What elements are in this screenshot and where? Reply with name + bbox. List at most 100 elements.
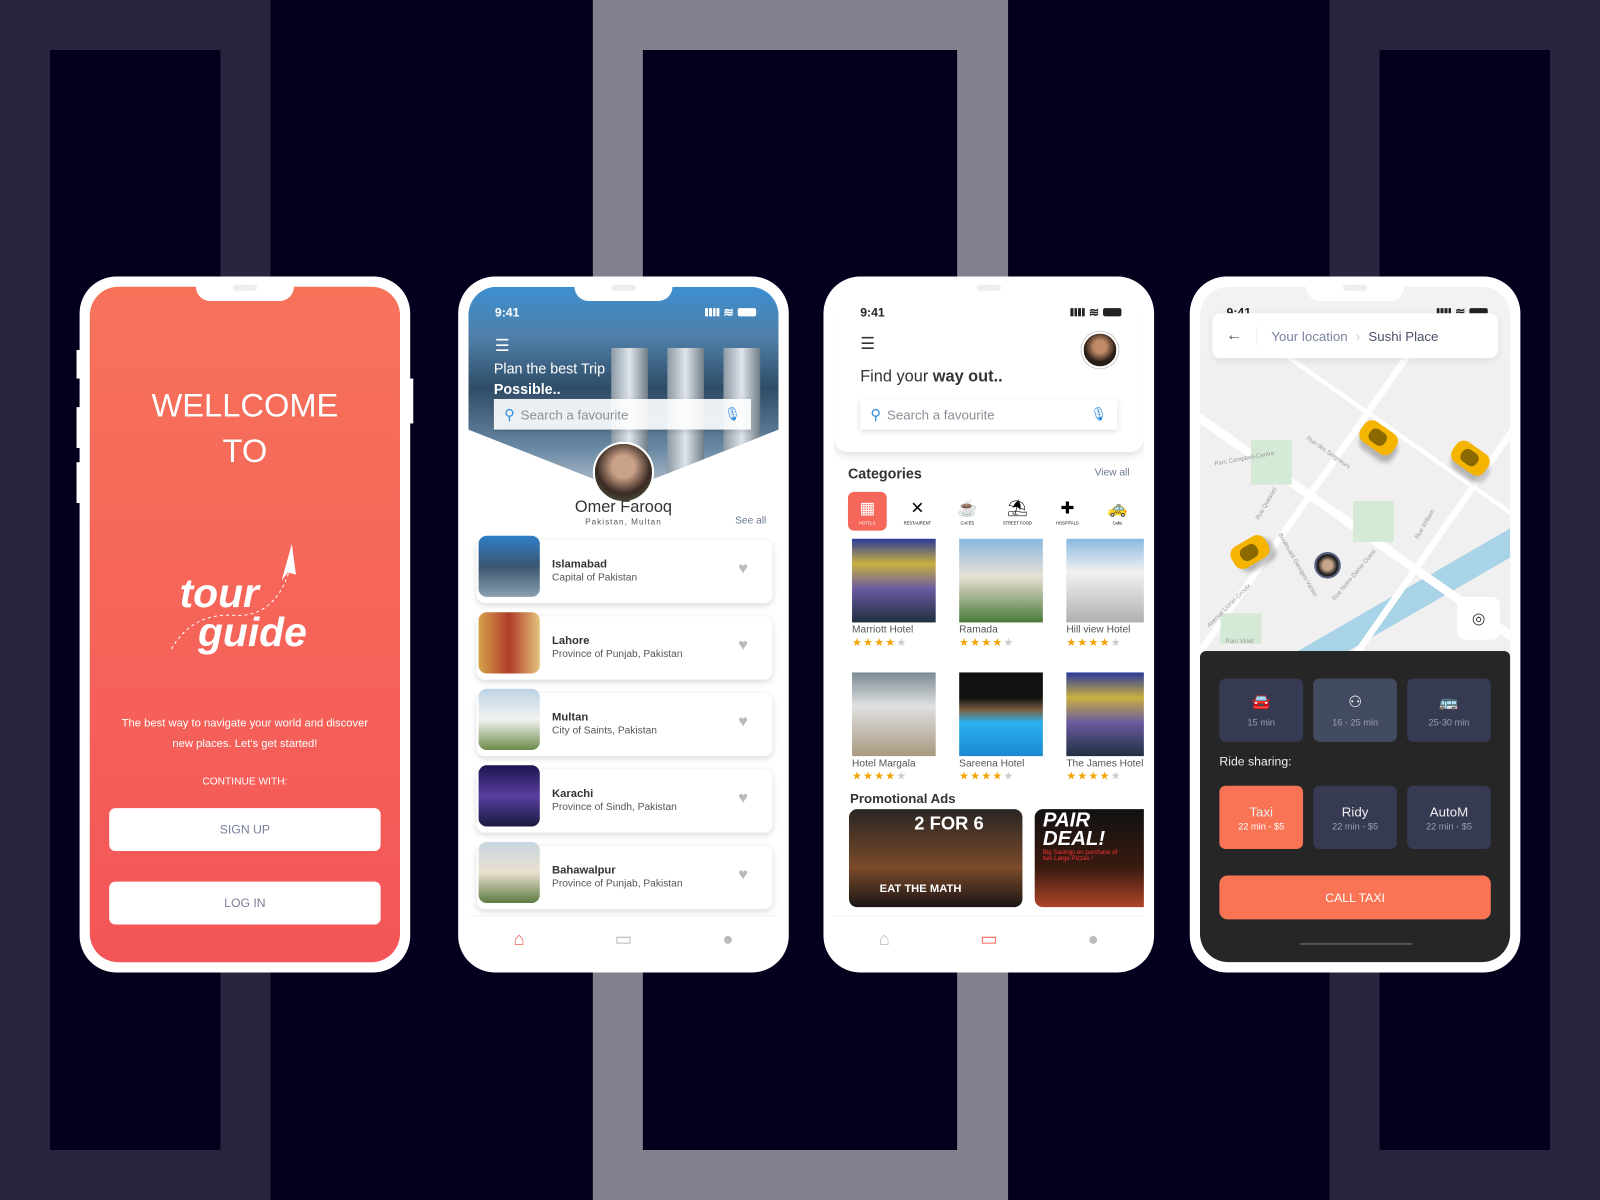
wifi-icon: ≋	[1088, 305, 1099, 320]
bottom-nav: ⌂ ▭ ●	[468, 915, 779, 963]
taxi-icon: 🚕	[1107, 499, 1128, 517]
place-card[interactable]: Bahawalpur Province of Punjab, Pakistan ♥	[476, 841, 773, 910]
ride-sharing-label: Ride sharing:	[1219, 754, 1292, 769]
search-input[interactable]: ⚲ Search a favourite 🎙	[493, 398, 752, 430]
category-cafes[interactable]: ☕ CAFES	[948, 492, 987, 531]
promo-title: Promotional Ads	[849, 790, 956, 807]
user-name: Omer Farooq	[574, 498, 672, 517]
heart-icon[interactable]: ♥	[738, 866, 748, 884]
explore-screen: 9:41 ≋ ☰ Find your way out.. ⚲ Search a fa…	[833, 286, 1144, 963]
battery-icon	[1103, 308, 1122, 317]
map-label: Rue William	[1414, 508, 1437, 541]
hotel-name: Hill view Hotel	[1066, 624, 1131, 636]
microphone-icon[interactable]: 🎙	[1090, 406, 1107, 422]
promo-ad[interactable]: 2 FOR 6 EAT THE MATH	[848, 809, 1023, 908]
avatar[interactable]	[1081, 331, 1119, 369]
map-label: Parc Vinet	[1225, 638, 1254, 645]
sign-up-button[interactable]: SIGN UP	[109, 808, 381, 852]
welcome-title-to: TO	[222, 432, 268, 470]
category-street-food[interactable]: ⛱ STREET FOOD	[998, 492, 1037, 531]
hotel-photo	[852, 538, 936, 623]
map-label: Boulevard Georges-Vanier	[1276, 532, 1318, 599]
search-icon: ⚲	[870, 405, 881, 422]
star-rating: ★★★★★	[1066, 770, 1122, 783]
heart-icon[interactable]: ♥	[738, 713, 748, 731]
food-cart-icon: ⛱	[1006, 499, 1028, 517]
mode-bus[interactable]: 🚌 25-30 min	[1407, 678, 1491, 742]
hotel-card[interactable]: Marriott Hotel ★★★★★	[852, 538, 936, 649]
service-taxi[interactable]: Taxi 22 min - $5	[1219, 785, 1304, 849]
signal-icon	[705, 308, 720, 317]
heart-icon[interactable]: ♥	[738, 560, 748, 578]
wallet-icon[interactable]: ▭	[980, 929, 997, 950]
status-time: 9:41	[494, 305, 520, 320]
welcome-title: WELLCOME	[151, 386, 339, 424]
menu-icon[interactable]: ☰	[860, 334, 875, 354]
log-in-button[interactable]: LOG IN	[109, 881, 381, 925]
heart-icon[interactable]: ♥	[738, 790, 748, 808]
user-icon[interactable]: ●	[722, 929, 733, 950]
star-rating: ★★★★★	[1066, 636, 1122, 649]
hotel-name: The James Hotel	[1066, 758, 1144, 770]
service-ridy[interactable]: Ridy 22 min - $5	[1313, 785, 1397, 849]
map-label: Rue des Seigneurs	[1304, 435, 1352, 471]
route-from[interactable]: Your location	[1271, 328, 1347, 343]
hotel-card[interactable]: The James Hotel ★★★★★	[1066, 672, 1144, 783]
star-rating: ★★★★★	[852, 770, 908, 783]
hotel-card[interactable]: Hill view Hotel ★★★★★	[1066, 538, 1144, 649]
welcome-screen: WELLCOME TO tour guide The best way to na…	[89, 286, 400, 963]
hotel-icon: ▦	[859, 499, 876, 517]
microphone-icon[interactable]: 🎙	[724, 406, 741, 422]
hotel-name: Hotel Margala	[852, 758, 916, 770]
tagline: The best way to navigate your world and …	[121, 717, 369, 750]
ride-panel: 🚘 15 min ⚇ 16 - 25 min 🚌 25-30 min Ride sha…	[1199, 651, 1511, 963]
back-arrow-icon[interactable]: ←	[1212, 326, 1258, 345]
mode-ride-share[interactable]: ⚇ 16 - 25 min	[1313, 678, 1397, 742]
mode-car[interactable]: 🚘 15 min	[1219, 678, 1304, 742]
star-rating: ★★★★★	[959, 636, 1015, 649]
hotel-card[interactable]: Hotel Margala ★★★★★	[852, 672, 936, 783]
hotel-card[interactable]: Ramada ★★★★★	[959, 538, 1043, 649]
category-hotels[interactable]: ▦ HOTELS	[847, 491, 887, 531]
hotel-name: Marriott Hotel	[852, 624, 914, 636]
map-label: Rue Quesnel	[1255, 487, 1279, 522]
place-card[interactable]: Islamabad Capital of Pakistan ♥	[476, 535, 773, 604]
star-rating: ★★★★★	[852, 636, 908, 649]
chevron-right-icon: ›	[1355, 328, 1361, 344]
headline: Find your	[860, 368, 933, 386]
promo-ad[interactable]: PAIR DEAL! Big Savings on purchase of two…	[1034, 809, 1144, 908]
place-card[interactable]: Lahore Province of Punjab, Pakistan ♥	[476, 612, 773, 680]
hotel-photo	[852, 672, 936, 757]
view-all-link[interactable]: View all	[1095, 467, 1130, 478]
user-icon[interactable]: ●	[1088, 929, 1099, 950]
search-input[interactable]: ⚲ Search a favourite 🎙	[860, 398, 1118, 430]
locate-me-button[interactable]: ◎	[1457, 596, 1500, 640]
menu-icon[interactable]: ☰	[495, 336, 510, 356]
phone-ride: Parc Campbell-Centre Rue des Seigneurs R…	[1189, 276, 1521, 973]
category-hospitals[interactable]: ✚ HOSPITALS	[1048, 492, 1087, 531]
tour-guide-logo: tour guide	[161, 532, 324, 654]
category-restaurant[interactable]: ✕ RESTAURENT	[898, 492, 937, 531]
hotel-card[interactable]: Sareena Hotel ★★★★★	[959, 672, 1043, 783]
categories-title: Categories	[847, 465, 922, 482]
home-icon[interactable]: ⌂	[513, 929, 524, 950]
service-autom[interactable]: AutoM 22 min - $5	[1407, 785, 1491, 849]
bottom-nav: ⌂ ▭ ●	[833, 915, 1144, 963]
call-taxi-button[interactable]: CALL TAXI	[1219, 875, 1491, 920]
user-location-marker	[1314, 552, 1341, 579]
search-icon: ⚲	[504, 405, 515, 422]
phone-home: 9:41 ≋ ☰ Plan the best Trip Possible.. ⚲ Se…	[458, 276, 789, 973]
status-time: 9:41	[860, 305, 885, 320]
place-card[interactable]: Multan City of Saints, Pakistan ♥	[476, 688, 773, 757]
hotel-photo	[1066, 538, 1144, 623]
route-to[interactable]: Sushi Place	[1368, 328, 1438, 343]
avatar[interactable]	[592, 441, 655, 504]
category-cabs[interactable]: 🚕 Cabs	[1098, 492, 1137, 531]
heart-icon[interactable]: ♥	[738, 637, 748, 655]
see-all-link[interactable]: See all	[735, 515, 766, 526]
home-icon[interactable]: ⌂	[879, 929, 890, 950]
wallet-icon[interactable]: ▭	[615, 929, 632, 950]
ride-share-icon: ⚇	[1348, 693, 1362, 712]
place-card[interactable]: Karachi Province of Sindh, Pakistan ♥	[476, 765, 773, 833]
hotel-name: Ramada	[959, 624, 998, 636]
